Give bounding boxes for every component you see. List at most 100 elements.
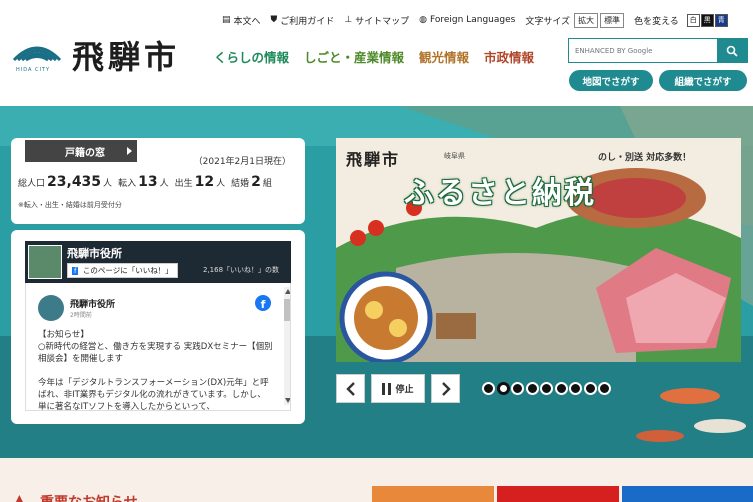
guide-link[interactable]: ⛊ ご利用ガイド — [271, 14, 335, 27]
births-unit: 人 — [216, 179, 226, 189]
slide-title: ふるさと納税 — [404, 176, 596, 211]
logo-text: 飛騨市 — [72, 38, 181, 76]
font-enlarge-button[interactable]: 拡大 — [574, 12, 599, 28]
languages-link[interactable]: ◍ Foreign Languages — [419, 15, 515, 25]
marriage-unit: 組 — [262, 179, 272, 189]
slider-dot[interactable] — [525, 382, 539, 395]
marriage-value: 2 — [251, 174, 261, 190]
font-size-label: 文字サイズ — [525, 16, 571, 27]
global-nav: くらしの情報 しごと・産業情報 観光情報 市政情報 — [214, 47, 549, 66]
search-icon — [726, 45, 738, 57]
slide-prefecture: 岐阜県 — [444, 152, 465, 160]
sitemap-label: サイトマップ — [355, 16, 410, 27]
color-black-button[interactable]: 黒 — [700, 13, 714, 27]
org-search-button[interactable]: 組織でさがす — [659, 70, 747, 91]
category-tab-blue[interactable] — [622, 486, 753, 502]
slider-dot[interactable] — [540, 382, 553, 395]
slider-dots — [482, 382, 613, 395]
move-in-value: 13 — [138, 174, 158, 190]
facebook-post-avatar[interactable] — [38, 295, 64, 321]
scroll-up-icon[interactable] — [285, 289, 290, 294]
color-white-button[interactable]: 白 — [686, 13, 700, 27]
category-tab-red[interactable] — [497, 486, 619, 502]
move-in-label: 転入 — [118, 179, 137, 189]
facebook-post-page-name[interactable]: 飛騨市役所 — [70, 297, 115, 310]
color-blue-button[interactable]: 青 — [714, 13, 728, 27]
population-label: 総人口 — [18, 179, 46, 189]
category-tab-orange[interactable] — [372, 486, 494, 502]
important-news-title[interactable]: 重要なお知らせ — [40, 492, 138, 502]
sitemap-icon: ⊥ — [344, 15, 353, 25]
guide-label: ご利用ガイド — [280, 16, 335, 27]
nav-living[interactable]: くらしの情報 — [214, 47, 289, 66]
population-unit: 人 — [103, 179, 113, 189]
map-search-button[interactable]: 地図でさがす — [569, 70, 653, 91]
facebook-post-paragraph: 【お知らせ】 ○新時代の経営と、働き方を実現する 実践DXセミナー【個別相談会】… — [38, 330, 273, 364]
facebook-feed: 飛騨市役所 2時間前 f 【お知らせ】 ○新時代の経営と、働き方を実現する 実践… — [25, 283, 291, 411]
chevron-right-icon — [441, 381, 451, 396]
registry-window-tab[interactable]: 戸籍の窓 — [25, 140, 137, 162]
registry-date: （2021年2月1日現在） — [193, 157, 291, 167]
logo-subtext: HIDA CITY — [16, 67, 51, 73]
scrollbar-thumb[interactable] — [284, 299, 290, 321]
search-input[interactable] — [569, 39, 717, 62]
move-in-unit: 人 — [159, 179, 169, 189]
skip-link-label: 本文へ — [233, 16, 261, 27]
births-label: 出生 — [174, 179, 193, 189]
color-change-label: 色を変える — [634, 16, 679, 27]
nav-work-industry[interactable]: しごと・産業情報 — [304, 47, 404, 66]
search-button[interactable] — [717, 39, 747, 62]
document-icon: ▤ — [222, 15, 231, 25]
slider-dot[interactable] — [598, 382, 611, 395]
slide-tagline: のし・別送 対応多数！ — [598, 153, 692, 163]
nav-tourism[interactable]: 観光情報 — [419, 47, 469, 66]
registry-note: ※転入・出生・結婚は前月受付分 — [18, 201, 122, 209]
languages-label: Foreign Languages — [430, 15, 516, 25]
slider-dot[interactable] — [583, 382, 597, 395]
facebook-widget-card: 飛騨市役所 f このページに「いいね！」 2,168「いいね！」の数 飛騨市役所… — [11, 230, 305, 424]
facebook-icon[interactable]: f — [255, 295, 271, 311]
slider-dot[interactable] — [482, 382, 495, 395]
sitemap-link[interactable]: ⊥ サイトマップ — [344, 14, 409, 27]
slider-dot-active[interactable] — [496, 382, 510, 395]
facebook-page-thumbnail[interactable] — [28, 245, 62, 279]
pause-icon — [382, 382, 392, 395]
logo-mark-icon — [12, 46, 62, 62]
city-logo[interactable]: 飛騨市 HIDA CITY — [10, 30, 195, 76]
hero-slide[interactable]: 飛騨市 岐阜県 のし・別送 対応多数！ ふるさと納税 — [336, 138, 741, 362]
pause-label: 停止 — [395, 385, 414, 395]
slider-next-button[interactable] — [431, 374, 460, 403]
chevron-left-icon — [345, 381, 355, 396]
population-value: 23,435 — [47, 174, 102, 190]
slider-dot[interactable] — [569, 382, 582, 395]
facebook-like-label: このページに「いいね！」 — [82, 266, 173, 275]
population-stats: 総人口 23,435 人 転入 13 人 出生 12 人 結婚 2 組 — [18, 174, 272, 190]
marriage-label: 結婚 — [231, 179, 250, 189]
nav-city-admin[interactable]: 市政情報 — [484, 47, 534, 66]
shield-icon: ⛊ — [270, 15, 278, 25]
facebook-post-time[interactable]: 2時間前 — [70, 310, 92, 319]
skip-to-content-link[interactable]: ▤ 本文へ — [222, 14, 261, 27]
slider-prev-button[interactable] — [336, 374, 365, 403]
facebook-post-text: 【お知らせ】 ○新時代の経営と、働き方を実現する 実践DXセミナー【個別相談会】… — [38, 329, 274, 411]
slider-dot[interactable] — [511, 382, 524, 395]
births-value: 12 — [194, 174, 215, 190]
scroll-down-icon[interactable] — [285, 398, 290, 403]
site-search — [568, 38, 748, 63]
facebook-scrollbar[interactable] — [284, 287, 290, 405]
facebook-like-count: 2,168「いいね！」の数 — [203, 266, 280, 274]
facebook-like-button[interactable]: f このページに「いいね！」 — [67, 263, 178, 278]
slider-pause-button[interactable]: 停止 — [371, 374, 425, 403]
registry-window-card: 戸籍の窓 （2021年2月1日現在） 総人口 23,435 人 転入 13 人 … — [11, 138, 305, 224]
font-standard-button[interactable]: 標準 — [600, 12, 625, 28]
alert-icon: ▲ — [14, 492, 25, 502]
facebook-page-header[interactable]: 飛騨市役所 f このページに「いいね！」 2,168「いいね！」の数 — [25, 241, 291, 283]
slide-city-logo: 飛騨市 — [346, 150, 401, 169]
slider-dot[interactable] — [554, 382, 568, 395]
facebook-page-name[interactable]: 飛騨市役所 — [67, 245, 122, 261]
globe-icon: ◍ — [419, 15, 428, 25]
bottom-section: ▲ 重要なお知らせ — [0, 458, 753, 502]
site-header: 飛騨市 HIDA CITY ▤ 本文へ ⛊ ご利用ガイド ⊥ サイトマップ ◍ … — [0, 0, 753, 106]
facebook-post-paragraph: 今年は「デジタルトランスフォーメーション(DX)元年」と呼ばれ、非IT業界もデジ… — [38, 378, 269, 411]
utility-bar: ▤ 本文へ ⛊ ご利用ガイド ⊥ サイトマップ ◍ Foreign Langua… — [222, 12, 729, 28]
